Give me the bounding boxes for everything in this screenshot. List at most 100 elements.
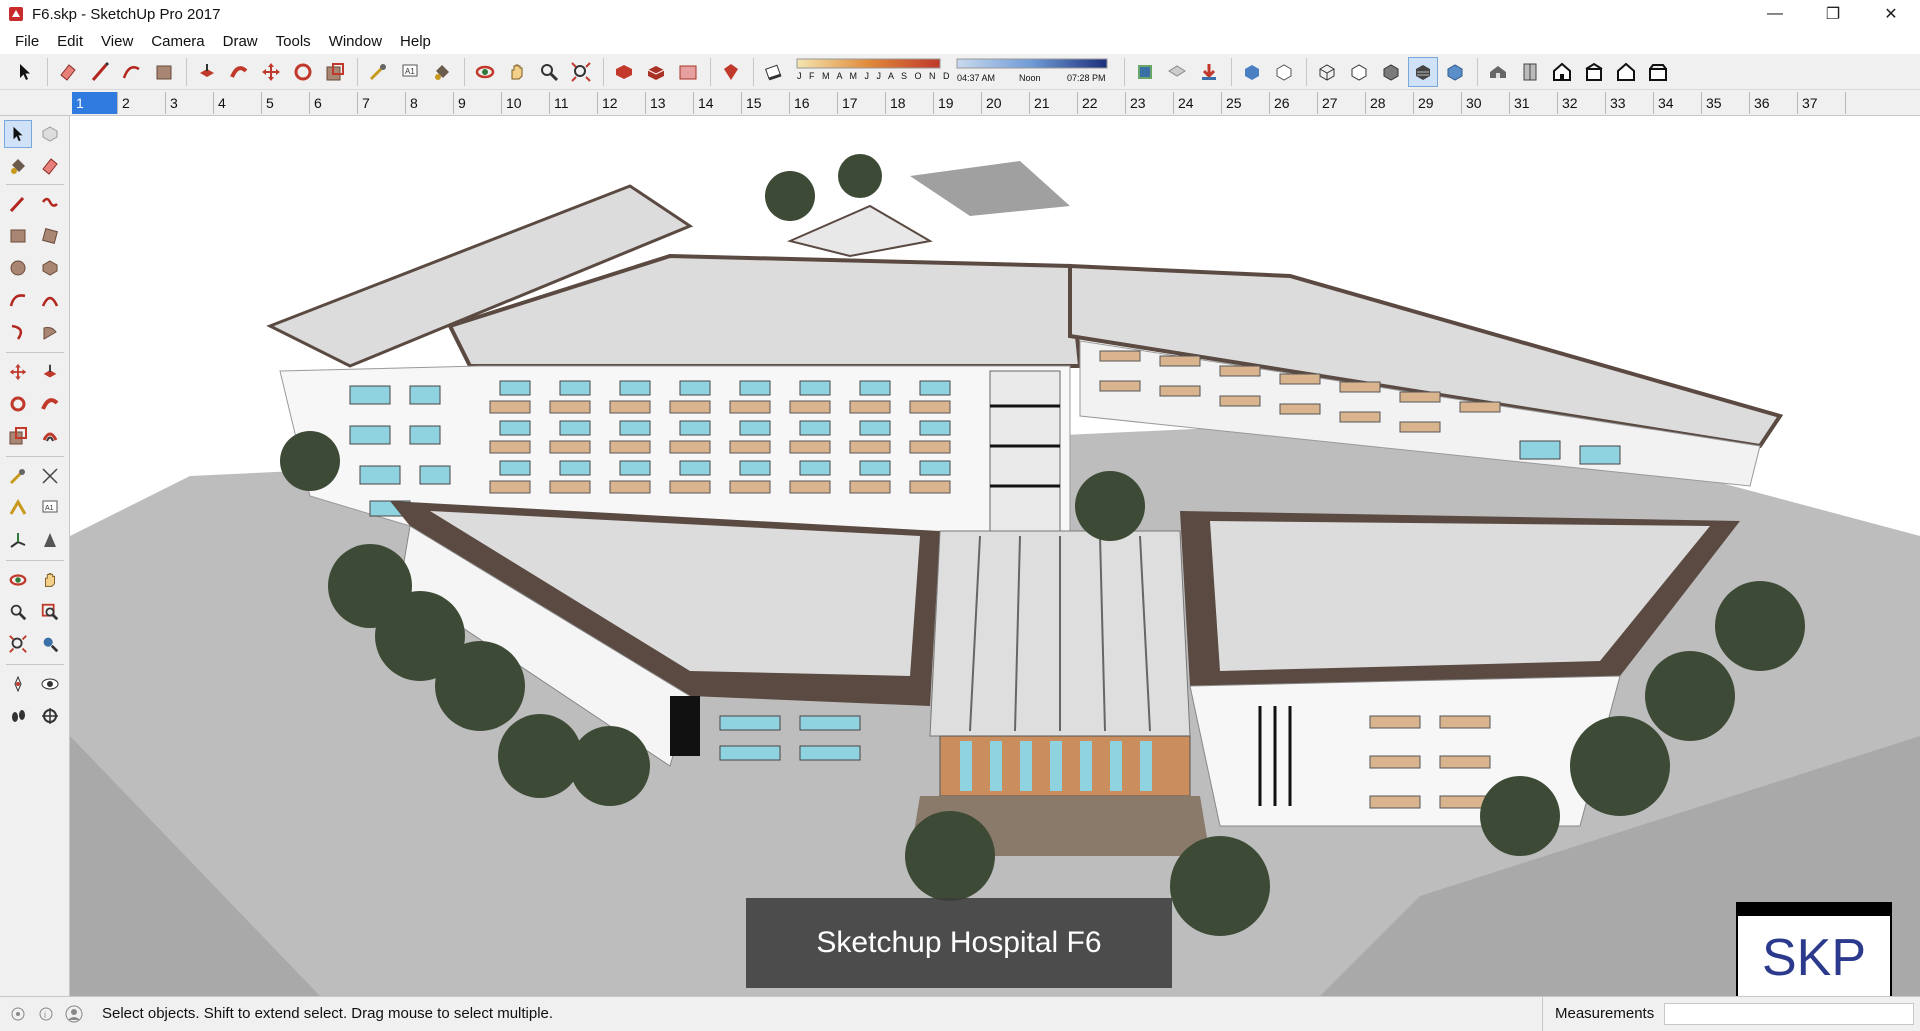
scene-tab-10[interactable]: 10 xyxy=(502,92,550,114)
zoom-window-tool-icon[interactable] xyxy=(36,598,64,626)
menu-camera[interactable]: Camera xyxy=(142,31,213,52)
scene-tab-30[interactable]: 30 xyxy=(1462,92,1510,114)
push-pull-icon[interactable] xyxy=(192,57,222,87)
geo-location-status-icon[interactable] xyxy=(8,1004,28,1024)
look-around-tool-icon[interactable] xyxy=(36,670,64,698)
scene-tab-32[interactable]: 32 xyxy=(1558,92,1606,114)
scene-tab-28[interactable]: 28 xyxy=(1366,92,1414,114)
arc-icon[interactable] xyxy=(117,57,147,87)
scene-tab-25[interactable]: 25 xyxy=(1222,92,1270,114)
walk-tool-icon[interactable] xyxy=(4,702,32,730)
shaded-icon[interactable] xyxy=(1376,57,1406,87)
layout-icon[interactable] xyxy=(673,57,703,87)
rotate-icon[interactable] xyxy=(288,57,318,87)
user-account-icon[interactable] xyxy=(64,1004,84,1024)
scene-tab-22[interactable]: 22 xyxy=(1078,92,1126,114)
pan-icon[interactable] xyxy=(502,57,532,87)
scene-tab-27[interactable]: 27 xyxy=(1318,92,1366,114)
freehand-tool-icon[interactable] xyxy=(36,190,64,218)
iso-view-icon[interactable] xyxy=(1483,57,1513,87)
scene-tab-35[interactable]: 35 xyxy=(1702,92,1750,114)
select-icon[interactable] xyxy=(10,57,40,87)
front-view-icon[interactable] xyxy=(1547,57,1577,87)
follow-me-tool-icon[interactable] xyxy=(36,390,64,418)
scene-tab-26[interactable]: 26 xyxy=(1270,92,1318,114)
tape-measure-icon[interactable] xyxy=(363,57,393,87)
scene-tab-9[interactable]: 9 xyxy=(454,92,502,114)
back-view-icon[interactable] xyxy=(1611,57,1641,87)
rectangle-tool-icon[interactable] xyxy=(4,222,32,250)
two-point-arc-tool-icon[interactable] xyxy=(36,286,64,314)
push-pull-tool-icon[interactable] xyxy=(36,358,64,386)
scene-tab-13[interactable]: 13 xyxy=(646,92,694,114)
menu-window[interactable]: Window xyxy=(320,31,391,52)
scene-tab-14[interactable]: 14 xyxy=(694,92,742,114)
restore-button[interactable]: ❐ xyxy=(1804,0,1862,28)
arc-tool-icon[interactable] xyxy=(4,286,32,314)
scene-tab-31[interactable]: 31 xyxy=(1510,92,1558,114)
zoom-icon[interactable] xyxy=(534,57,564,87)
previous-view-tool-icon[interactable] xyxy=(36,630,64,658)
scene-tab-17[interactable]: 17 xyxy=(838,92,886,114)
menu-view[interactable]: View xyxy=(92,31,142,52)
line-tool-icon[interactable] xyxy=(4,190,32,218)
orbit-icon[interactable] xyxy=(470,57,500,87)
pie-tool-icon[interactable] xyxy=(36,318,64,346)
menu-draw[interactable]: Draw xyxy=(214,31,267,52)
scene-tab-23[interactable]: 23 xyxy=(1126,92,1174,114)
shadow-toggle-icon[interactable] xyxy=(759,57,789,87)
move-icon[interactable] xyxy=(256,57,286,87)
3d-warehouse-icon[interactable] xyxy=(609,57,639,87)
right-view-icon[interactable] xyxy=(1579,57,1609,87)
scene-tab-15[interactable]: 15 xyxy=(742,92,790,114)
three-point-arc-tool-icon[interactable] xyxy=(4,318,32,346)
scene-tab-24[interactable]: 24 xyxy=(1174,92,1222,114)
scene-tab-34[interactable]: 34 xyxy=(1654,92,1702,114)
pan-tool-icon[interactable] xyxy=(36,566,64,594)
tape-measure-tool-icon[interactable] xyxy=(4,462,32,490)
scene-tab-20[interactable]: 20 xyxy=(982,92,1030,114)
rotated-rectangle-tool-icon[interactable] xyxy=(36,222,64,250)
scene-tab-36[interactable]: 36 xyxy=(1750,92,1798,114)
scene-tab-4[interactable]: 4 xyxy=(214,92,262,114)
back-edges-icon[interactable] xyxy=(1269,57,1299,87)
axes-tool-icon[interactable] xyxy=(4,526,32,554)
paint-bucket-tool-icon[interactable] xyxy=(4,152,32,180)
scale-tool-icon[interactable] xyxy=(4,422,32,450)
protractor-tool-icon[interactable] xyxy=(4,494,32,522)
scene-tab-2[interactable]: 2 xyxy=(118,92,166,114)
zoom-extents-icon[interactable] xyxy=(566,57,596,87)
credits-status-icon[interactable]: i xyxy=(36,1004,56,1024)
eraser-icon[interactable] xyxy=(53,57,83,87)
rectangle-icon[interactable] xyxy=(149,57,179,87)
zoom-extents-tool-icon[interactable] xyxy=(4,630,32,658)
scene-tab-11[interactable]: 11 xyxy=(550,92,598,114)
text-icon[interactable]: A1 xyxy=(395,57,425,87)
model-viewport[interactable]: Sketchup Hospital F6 SKP xyxy=(70,116,1920,996)
scene-tab-37[interactable]: 37 xyxy=(1798,92,1846,114)
left-view-icon[interactable] xyxy=(1643,57,1673,87)
ruby-icon[interactable] xyxy=(716,57,746,87)
menu-edit[interactable]: Edit xyxy=(48,31,92,52)
orbit-tool-icon[interactable] xyxy=(4,566,32,594)
measurements-input[interactable] xyxy=(1664,1003,1914,1025)
xray-icon[interactable] xyxy=(1237,57,1267,87)
text-tool-icon[interactable]: A1 xyxy=(36,494,64,522)
line-icon[interactable] xyxy=(85,57,115,87)
minimize-button[interactable]: — xyxy=(1746,0,1804,28)
menu-file[interactable]: File xyxy=(6,31,48,52)
hidden-line-icon[interactable] xyxy=(1344,57,1374,87)
scene-tab-3[interactable]: 3 xyxy=(166,92,214,114)
follow-me-icon[interactable] xyxy=(224,57,254,87)
select-tool-icon[interactable] xyxy=(4,120,32,148)
paint-bucket-icon[interactable] xyxy=(427,57,457,87)
rotate-tool-icon[interactable] xyxy=(4,390,32,418)
section-plane-tool-icon[interactable] xyxy=(36,702,64,730)
extension-warehouse-icon[interactable] xyxy=(641,57,671,87)
top-view-icon[interactable] xyxy=(1515,57,1545,87)
scene-tab-12[interactable]: 12 xyxy=(598,92,646,114)
menu-help[interactable]: Help xyxy=(391,31,440,52)
scene-tab-6[interactable]: 6 xyxy=(310,92,358,114)
3d-text-tool-icon[interactable] xyxy=(36,526,64,554)
scene-tab-1[interactable]: 1 xyxy=(72,92,118,114)
